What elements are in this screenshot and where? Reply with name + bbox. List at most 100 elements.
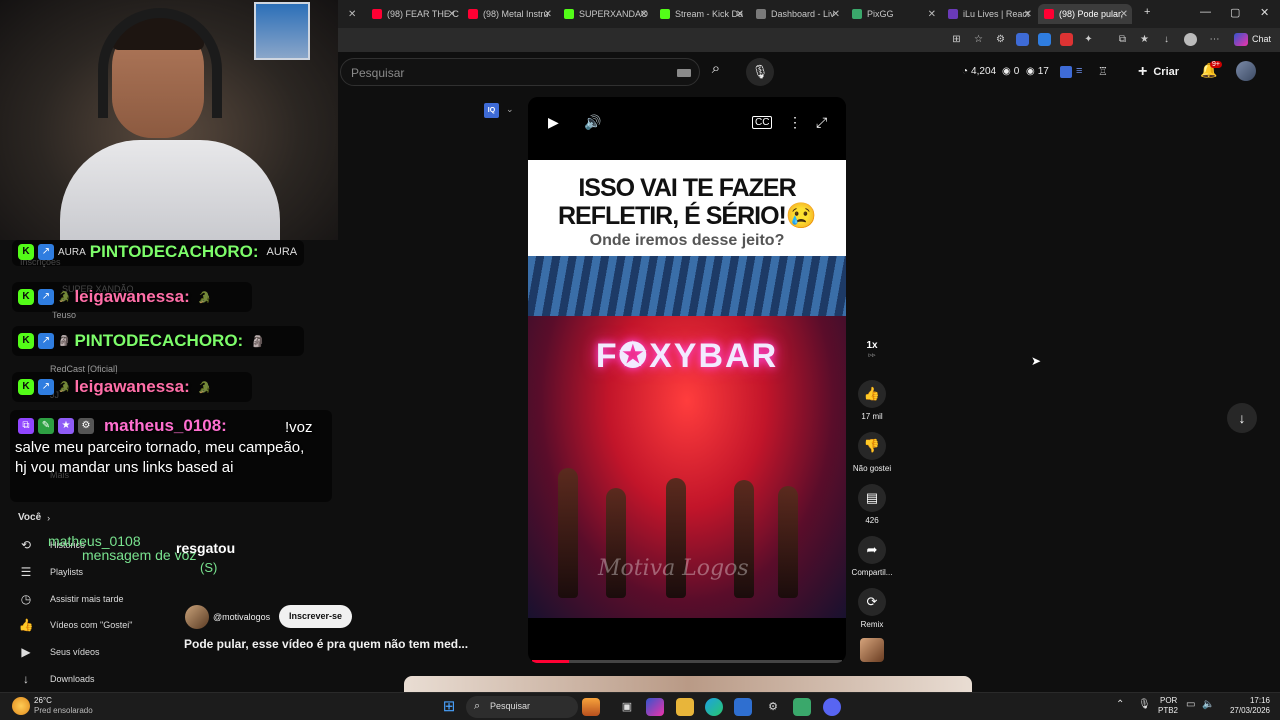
taskbar-app-icon[interactable] (582, 698, 600, 716)
favorites-icon[interactable]: ★ (1138, 33, 1151, 46)
settings-icon[interactable]: ⚙ (764, 698, 782, 716)
subscribe-button[interactable]: Inscrever-se (279, 605, 353, 628)
close-tab-icon[interactable]: ✕ (1024, 9, 1032, 20)
like-button[interactable]: 👍 17 mil (850, 380, 894, 421)
translate-icon[interactable] (1038, 33, 1051, 46)
create-button[interactable]: + Criar (1138, 60, 1179, 84)
sidebar-item[interactable]: 👍 Vídeos com "Gostei" (18, 618, 133, 632)
channel-handle[interactable]: @motivalogos (213, 612, 270, 622)
iq-extension-icon[interactable]: IQ (484, 103, 499, 118)
profile-icon[interactable] (1184, 33, 1197, 46)
discord-icon[interactable] (823, 698, 841, 716)
weather-temp[interactable]: 26°C (34, 696, 52, 705)
maximize-button[interactable]: ▢ (1230, 6, 1240, 19)
app-icon[interactable] (793, 698, 811, 716)
play-icon[interactable]: ▶ (548, 114, 559, 131)
lang-label[interactable]: POR (1160, 696, 1177, 705)
close-tab-icon[interactable]: ✕ (448, 9, 456, 20)
weather-desc[interactable]: Pred ensolarado (34, 706, 93, 715)
browser-tab[interactable]: Dashboard - Liv ✕ (750, 4, 844, 24)
minimize-button[interactable]: — (1200, 6, 1211, 18)
extension-iq-icon[interactable] (1016, 33, 1029, 46)
sidebar-item[interactable]: ▶ Seus vídeos (18, 645, 100, 659)
avatar[interactable] (1236, 61, 1256, 81)
taskbar-search[interactable]: ⌕ Pesquisar (466, 696, 578, 718)
browser-tab[interactable]: iLu Lives | React ✕ (942, 4, 1036, 24)
split-screen-icon[interactable]: ⧉ (1116, 33, 1129, 46)
shorts-player[interactable]: ▶ 🔊 CC ⋮ ⤢ ISSO VAI TE FAZER REFLETIR, É… (528, 97, 846, 663)
clock-date[interactable]: 27/03/2026 (1222, 706, 1270, 715)
sidebar-item[interactable]: ☰ Playlists (18, 565, 83, 579)
volume-icon[interactable]: 🔊 (584, 114, 601, 131)
photos-icon[interactable] (734, 698, 752, 716)
progress-bar[interactable] (532, 660, 842, 663)
channel-avatar[interactable] (185, 605, 209, 629)
edge-icon[interactable] (705, 698, 723, 716)
windows-start-icon[interactable]: ⊞ (440, 698, 458, 716)
close-tab-icon[interactable]: ✕ (928, 9, 936, 20)
iq-icon[interactable] (1060, 66, 1072, 78)
chevron-down-icon[interactable]: ⌄ (506, 104, 514, 115)
close-tab-icon[interactable]: ✕ (544, 9, 552, 20)
sidebar-item[interactable]: ↓ Downloads (18, 672, 95, 686)
captions-icon[interactable]: CC (752, 116, 773, 129)
video-title[interactable]: Pode pular, esse vídeo é pra quem não te… (184, 637, 468, 651)
search-input[interactable]: Pesquisar (351, 66, 404, 80)
mic-icon[interactable]: 🎙 (746, 58, 774, 86)
task-view-icon[interactable]: ▣ (618, 698, 636, 716)
puzzle-icon[interactable]: ✦ (1082, 33, 1095, 46)
star-icon[interactable]: ☆ (972, 33, 985, 46)
chevron-up-icon[interactable]: ⌃ (1116, 699, 1124, 710)
file-explorer-icon[interactable] (676, 698, 694, 716)
keyboard-layout[interactable]: PTB2 (1158, 706, 1178, 715)
close-window-button[interactable]: ✕ (1260, 6, 1269, 19)
browser-tab[interactable]: PixGG ✕ (846, 4, 940, 24)
close-tab-icon[interactable]: ✕ (640, 9, 648, 20)
browser-tab[interactable]: (98) Metal Instru ✕ (462, 4, 556, 24)
pdf-icon[interactable] (1060, 33, 1073, 46)
dislike-button[interactable]: 👎 Não gostei (850, 432, 894, 473)
share-button[interactable]: ➦ Compartil... (850, 536, 894, 577)
next-short-thumbnail[interactable] (404, 676, 972, 692)
clock-time[interactable]: 17:16 (1226, 696, 1270, 705)
browser-tab[interactable]: Stream - Kick Da ✕ (654, 4, 748, 24)
browser-tab[interactable]: SUPERXANDAO ✕ (558, 4, 652, 24)
install-icon[interactable]: ⊞ (950, 33, 963, 46)
close-tab-icon[interactable]: ✕ (1120, 9, 1128, 20)
mic-tray-icon[interactable]: 🎙 (1138, 699, 1151, 710)
comments-button[interactable]: ▤ 426 (850, 484, 894, 525)
search-icon[interactable]: ⌕ (704, 60, 728, 84)
sidebar-you[interactable]: Você › (18, 512, 50, 523)
trophy-icon[interactable]: ♖ (1098, 65, 1108, 78)
browser-tab[interactable]: (98) FEAR THE C ✕ (366, 4, 460, 24)
tts-resgatou: resgatou (176, 540, 236, 556)
copilot-icon[interactable] (1234, 33, 1248, 46)
extension-icon[interactable]: ⚙ (994, 33, 1007, 46)
speed-button[interactable]: 1x ▹▹ (850, 340, 894, 359)
list-icon[interactable]: ≡ (1076, 65, 1082, 77)
tab-favicon-icon (660, 9, 670, 19)
person (558, 468, 578, 598)
emote-icon: AURA (266, 246, 298, 258)
audio-thumbnail[interactable] (860, 638, 884, 662)
sidebar-item[interactable]: ◷ Assistir mais tarde (18, 592, 124, 606)
close-tab-icon[interactable]: ✕ (832, 9, 840, 20)
search-box[interactable]: Pesquisar (340, 58, 700, 86)
sidebar-item-label: Seus vídeos (50, 647, 100, 657)
next-video-button[interactable]: ↓ (1227, 403, 1257, 433)
weather-icon[interactable] (12, 697, 30, 715)
browser-tab[interactable]: (98) Pode pular, ✕ (1038, 4, 1132, 24)
more-icon[interactable]: ⋮ (788, 114, 802, 131)
close-tab-icon[interactable]: ✕ (348, 9, 356, 20)
fullscreen-icon[interactable]: ⤢ (816, 114, 827, 131)
close-tab-icon[interactable]: ✕ (736, 9, 744, 20)
keyboard-icon[interactable] (677, 69, 691, 77)
volume-tray-icon[interactable]: 🔈 (1202, 699, 1214, 710)
remix-button[interactable]: ⟳ Remix (850, 588, 894, 629)
network-icon[interactable]: ▭ (1186, 699, 1195, 710)
more-icon[interactable]: ⋯ (1208, 33, 1221, 46)
new-tab-button[interactable]: + (1144, 6, 1150, 18)
downloads-icon[interactable]: ↓ (1160, 33, 1173, 46)
copilot-label[interactable]: Chat (1252, 34, 1271, 44)
copilot-taskbar-icon[interactable] (646, 698, 664, 716)
